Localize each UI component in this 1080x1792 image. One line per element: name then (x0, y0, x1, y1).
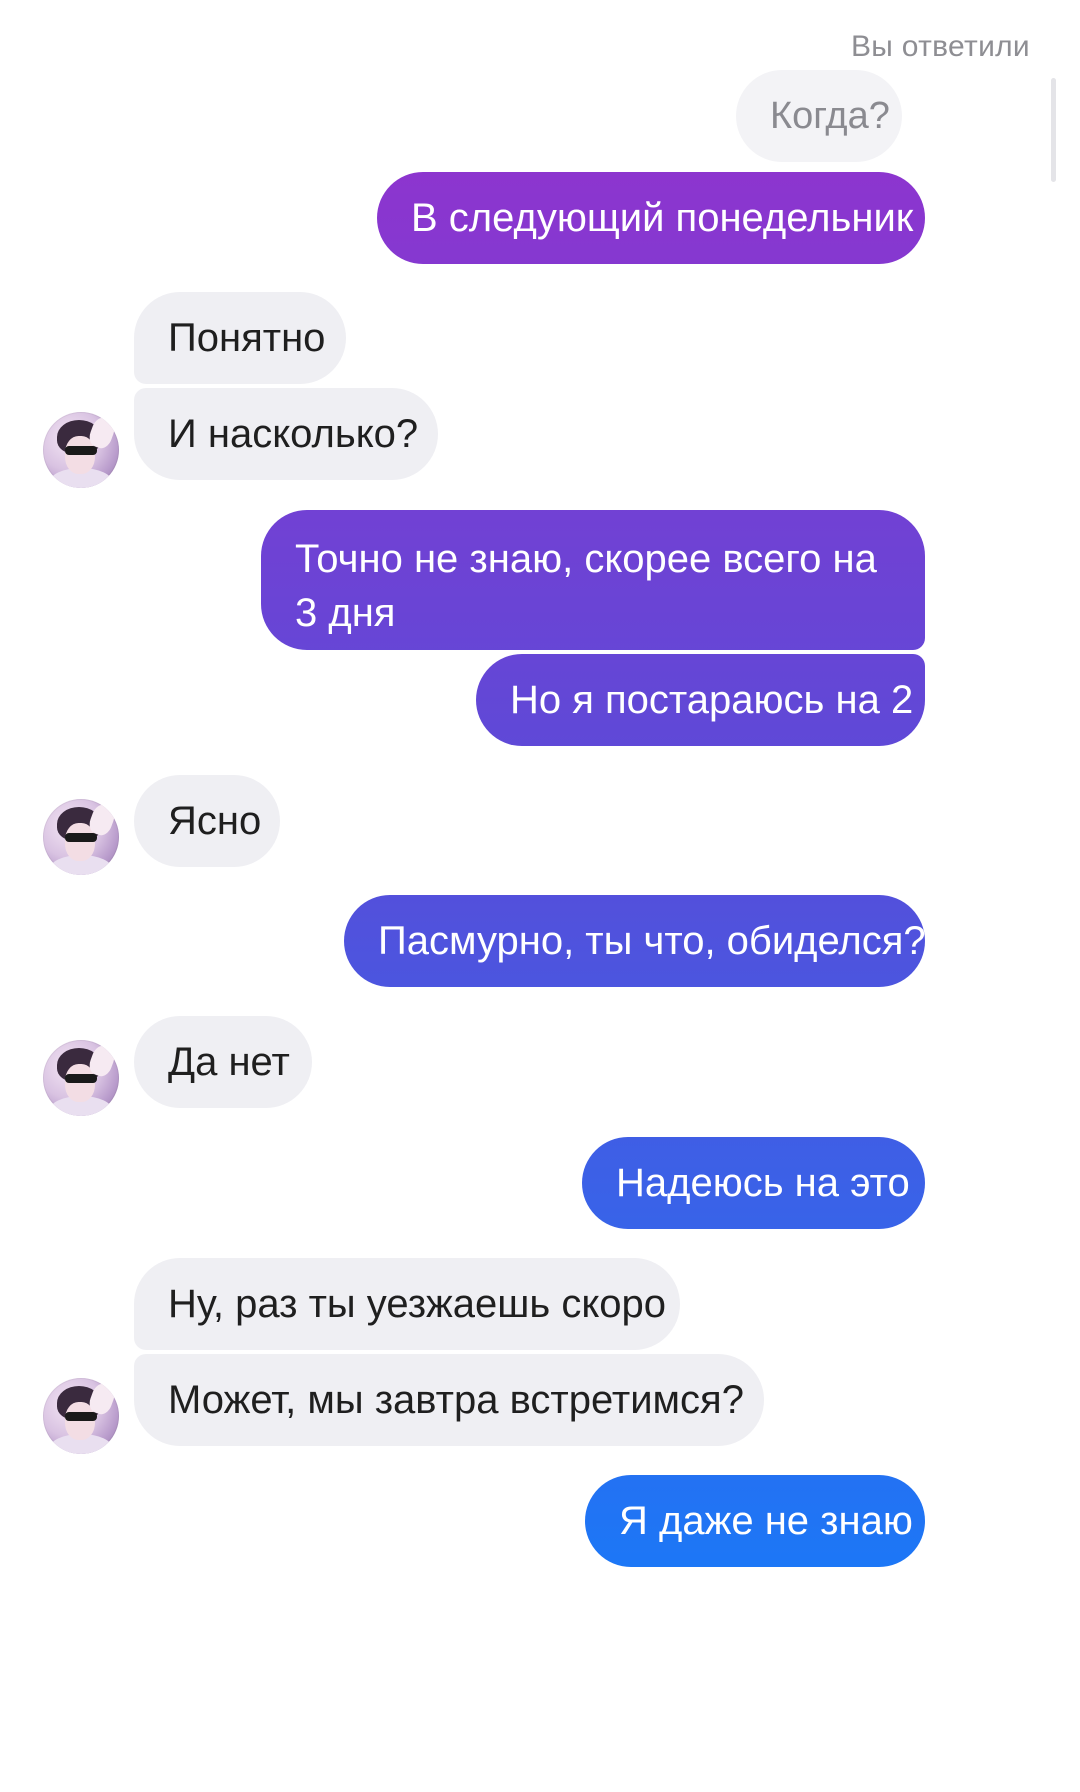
message-bubble-incoming[interactable]: Может, мы завтра встретимся? (134, 1354, 764, 1446)
contact-avatar[interactable] (43, 799, 119, 875)
message-bubble-incoming[interactable]: Да нет (134, 1016, 312, 1108)
avatar-sunglasses (65, 446, 97, 455)
quoted-message-bubble[interactable]: Когда? (736, 70, 902, 162)
message-bubble-outgoing[interactable]: Я даже не знаю (585, 1475, 925, 1567)
reply-note: Вы ответили (850, 30, 1030, 63)
message-bubble-incoming[interactable]: Понятно (134, 292, 346, 384)
message-bubble-incoming[interactable]: Ясно (134, 775, 280, 867)
reply-indicator-bar (1051, 78, 1056, 182)
contact-avatar[interactable] (43, 1040, 119, 1116)
message-bubble-incoming[interactable]: Ну, раз ты уезжаешь скоро (134, 1258, 680, 1350)
message-bubble-outgoing[interactable]: Пасмурно, ты что, обиделся? (344, 895, 926, 987)
contact-avatar[interactable] (43, 412, 119, 488)
chat-thread: Вы ответили Когда? В следующий понедельн… (0, 0, 1080, 1792)
avatar-sunglasses (65, 1412, 97, 1421)
message-bubble-outgoing[interactable]: В следующий понедельник (377, 172, 925, 264)
avatar-sunglasses (65, 1074, 97, 1083)
message-bubble-incoming[interactable]: И насколько? (134, 388, 438, 480)
message-bubble-outgoing[interactable]: Но я постараюсь на 2 (476, 654, 925, 746)
message-bubble-outgoing[interactable]: Надеюсь на это (582, 1137, 925, 1229)
avatar-sunglasses (65, 833, 97, 842)
contact-avatar[interactable] (43, 1378, 119, 1454)
message-bubble-outgoing[interactable]: Точно не знаю, скорее всего на 3 дня (261, 510, 925, 650)
